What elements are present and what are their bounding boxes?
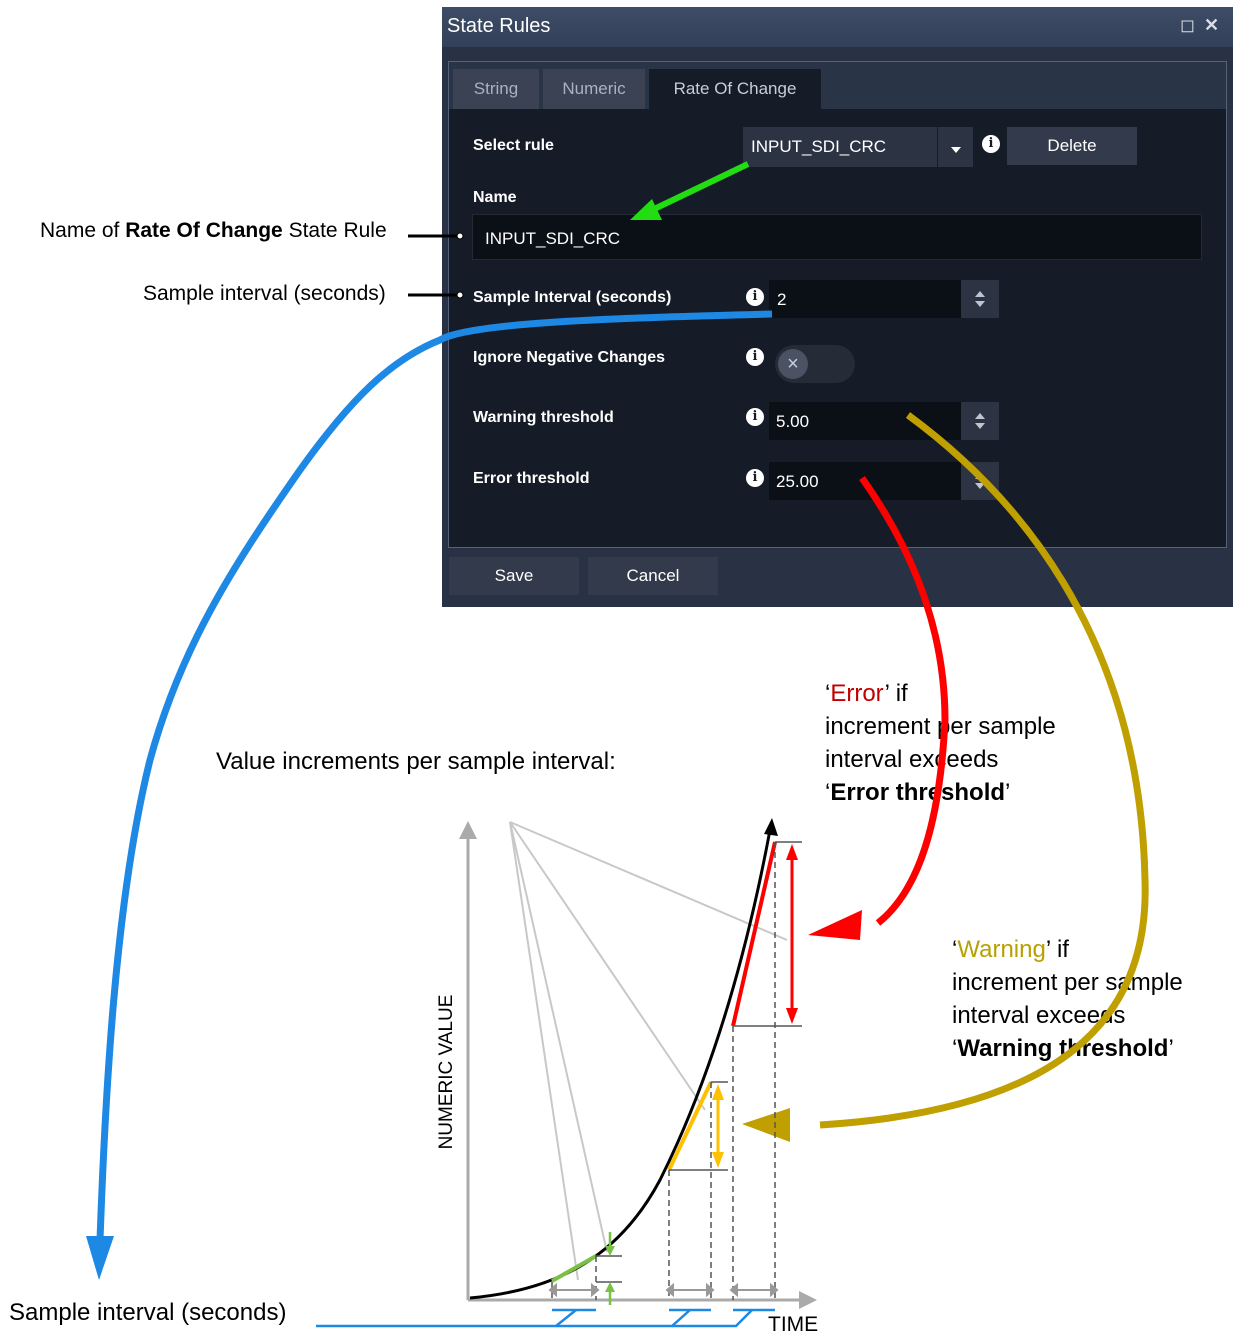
x-axis-label: TIME xyxy=(768,1313,818,1332)
pointer-line-green-2 xyxy=(509,821,608,1253)
warning-arrow-up xyxy=(712,1084,724,1100)
error-arrow-down xyxy=(786,1008,798,1024)
pointer-line-red xyxy=(509,821,788,941)
error-arrow-up xyxy=(786,844,798,860)
green-arrow-line xyxy=(646,161,750,215)
pointer-line-green xyxy=(509,821,579,1281)
error-increment-segment xyxy=(731,841,777,1027)
blue-arrowhead xyxy=(86,1236,114,1280)
red-error-curve xyxy=(859,475,949,926)
blue-interval-brackets xyxy=(316,1308,775,1328)
increment-ticks xyxy=(596,841,802,1283)
value-curve xyxy=(469,829,772,1300)
y-axis-label: NUMERIC VALUE xyxy=(436,995,457,1150)
name-leader-dot xyxy=(456,232,464,240)
olive-warning-curve xyxy=(819,412,1149,1129)
pointer-line-orange xyxy=(509,821,706,1111)
ok-arrowhead-bottom xyxy=(605,1282,615,1292)
warning-increment-segment xyxy=(667,1081,713,1171)
sample-leader-dot xyxy=(456,291,464,299)
olive-arrowhead xyxy=(742,1108,790,1142)
curve-arrowhead xyxy=(764,818,778,836)
interval-dashes xyxy=(551,842,776,1300)
annotation-graphics: NUMERIC VALUE TIME xyxy=(86,161,1149,1332)
red-arrowhead xyxy=(808,910,862,940)
warning-arrow-down xyxy=(712,1152,724,1168)
time-interval-arrows xyxy=(548,1282,779,1298)
